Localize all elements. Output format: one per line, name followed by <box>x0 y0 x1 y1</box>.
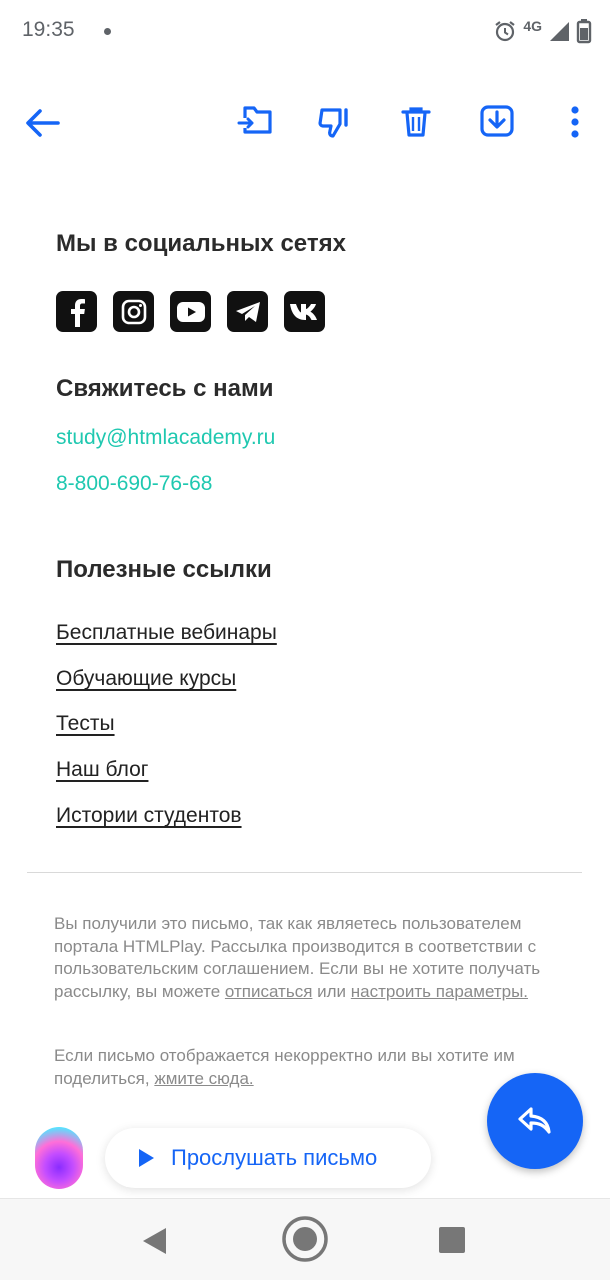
trash-icon <box>401 107 431 137</box>
youtube-icon[interactable] <box>170 291 211 332</box>
email-link[interactable]: study@htmlacademy.ru <box>56 426 275 450</box>
link-blog[interactable]: Наш блог <box>56 758 148 782</box>
contact-title: Свяжитесь с нами <box>56 375 274 402</box>
play-icon <box>139 1149 154 1167</box>
back-triangle-icon[interactable] <box>142 1227 168 1255</box>
vk-icon[interactable] <box>284 291 325 332</box>
save-button[interactable] <box>473 97 521 145</box>
telegram-icon[interactable] <box>227 291 268 332</box>
more-vert-icon <box>571 106 579 138</box>
battery-icon <box>576 19 592 44</box>
divider <box>27 872 582 873</box>
link-tests[interactable]: Тесты <box>56 712 115 736</box>
footer-display-notice: Если письмо отображается некорректно или… <box>54 1045 554 1090</box>
instagram-icon[interactable] <box>113 291 154 332</box>
back-arrow-icon <box>26 109 60 137</box>
reply-icon <box>518 1107 551 1134</box>
back-button[interactable] <box>18 99 66 147</box>
link-stories[interactable]: Истории студентов <box>56 804 242 828</box>
signal-icon <box>550 22 569 41</box>
phone-link[interactable]: 8-800-690-76-68 <box>56 472 212 496</box>
system-nav-bar <box>0 1199 610 1280</box>
download-icon <box>480 105 514 137</box>
status-icons: 4G <box>493 14 592 48</box>
alarm-icon <box>495 21 515 42</box>
footer-notice: Вы получили это письмо, так как являетес… <box>54 913 554 1003</box>
settings-link[interactable]: настроить параметры. <box>351 982 528 1001</box>
facebook-icon[interactable] <box>56 291 97 332</box>
notification-dot-icon <box>104 28 111 35</box>
status-time: 19:35 <box>22 18 75 41</box>
reply-button[interactable] <box>487 1073 583 1169</box>
unsubscribe-link[interactable]: отписаться <box>225 982 313 1001</box>
useful-links-title: Полезные ссылки <box>56 556 272 583</box>
click-here-link[interactable]: жмите сюда. <box>154 1069 253 1088</box>
listen-email-button[interactable]: Прослушать письмо <box>105 1128 431 1188</box>
social-title: Мы в социальных сетях <box>56 230 346 257</box>
recents-square-icon[interactable] <box>439 1227 465 1253</box>
thumbs-down-icon <box>318 108 348 138</box>
listen-email-label: Прослушать письмо <box>171 1145 378 1170</box>
link-courses[interactable]: Обучающие курсы <box>56 667 236 691</box>
link-webinars[interactable]: Бесплатные вебинары <box>56 621 277 645</box>
delete-button[interactable] <box>392 98 440 146</box>
home-circle-icon[interactable] <box>281 1215 329 1263</box>
voice-assistant-button[interactable] <box>35 1127 83 1189</box>
network-type: 4G <box>523 18 542 34</box>
more-options-button[interactable] <box>551 98 599 146</box>
social-links <box>56 291 325 332</box>
move-to-folder-icon <box>237 106 272 134</box>
footer-display-text: Если письмо отображается некорректно или… <box>54 1046 515 1088</box>
move-to-folder-button[interactable] <box>231 97 279 145</box>
spam-button[interactable] <box>311 98 359 146</box>
footer-or-text: или <box>317 981 347 1001</box>
